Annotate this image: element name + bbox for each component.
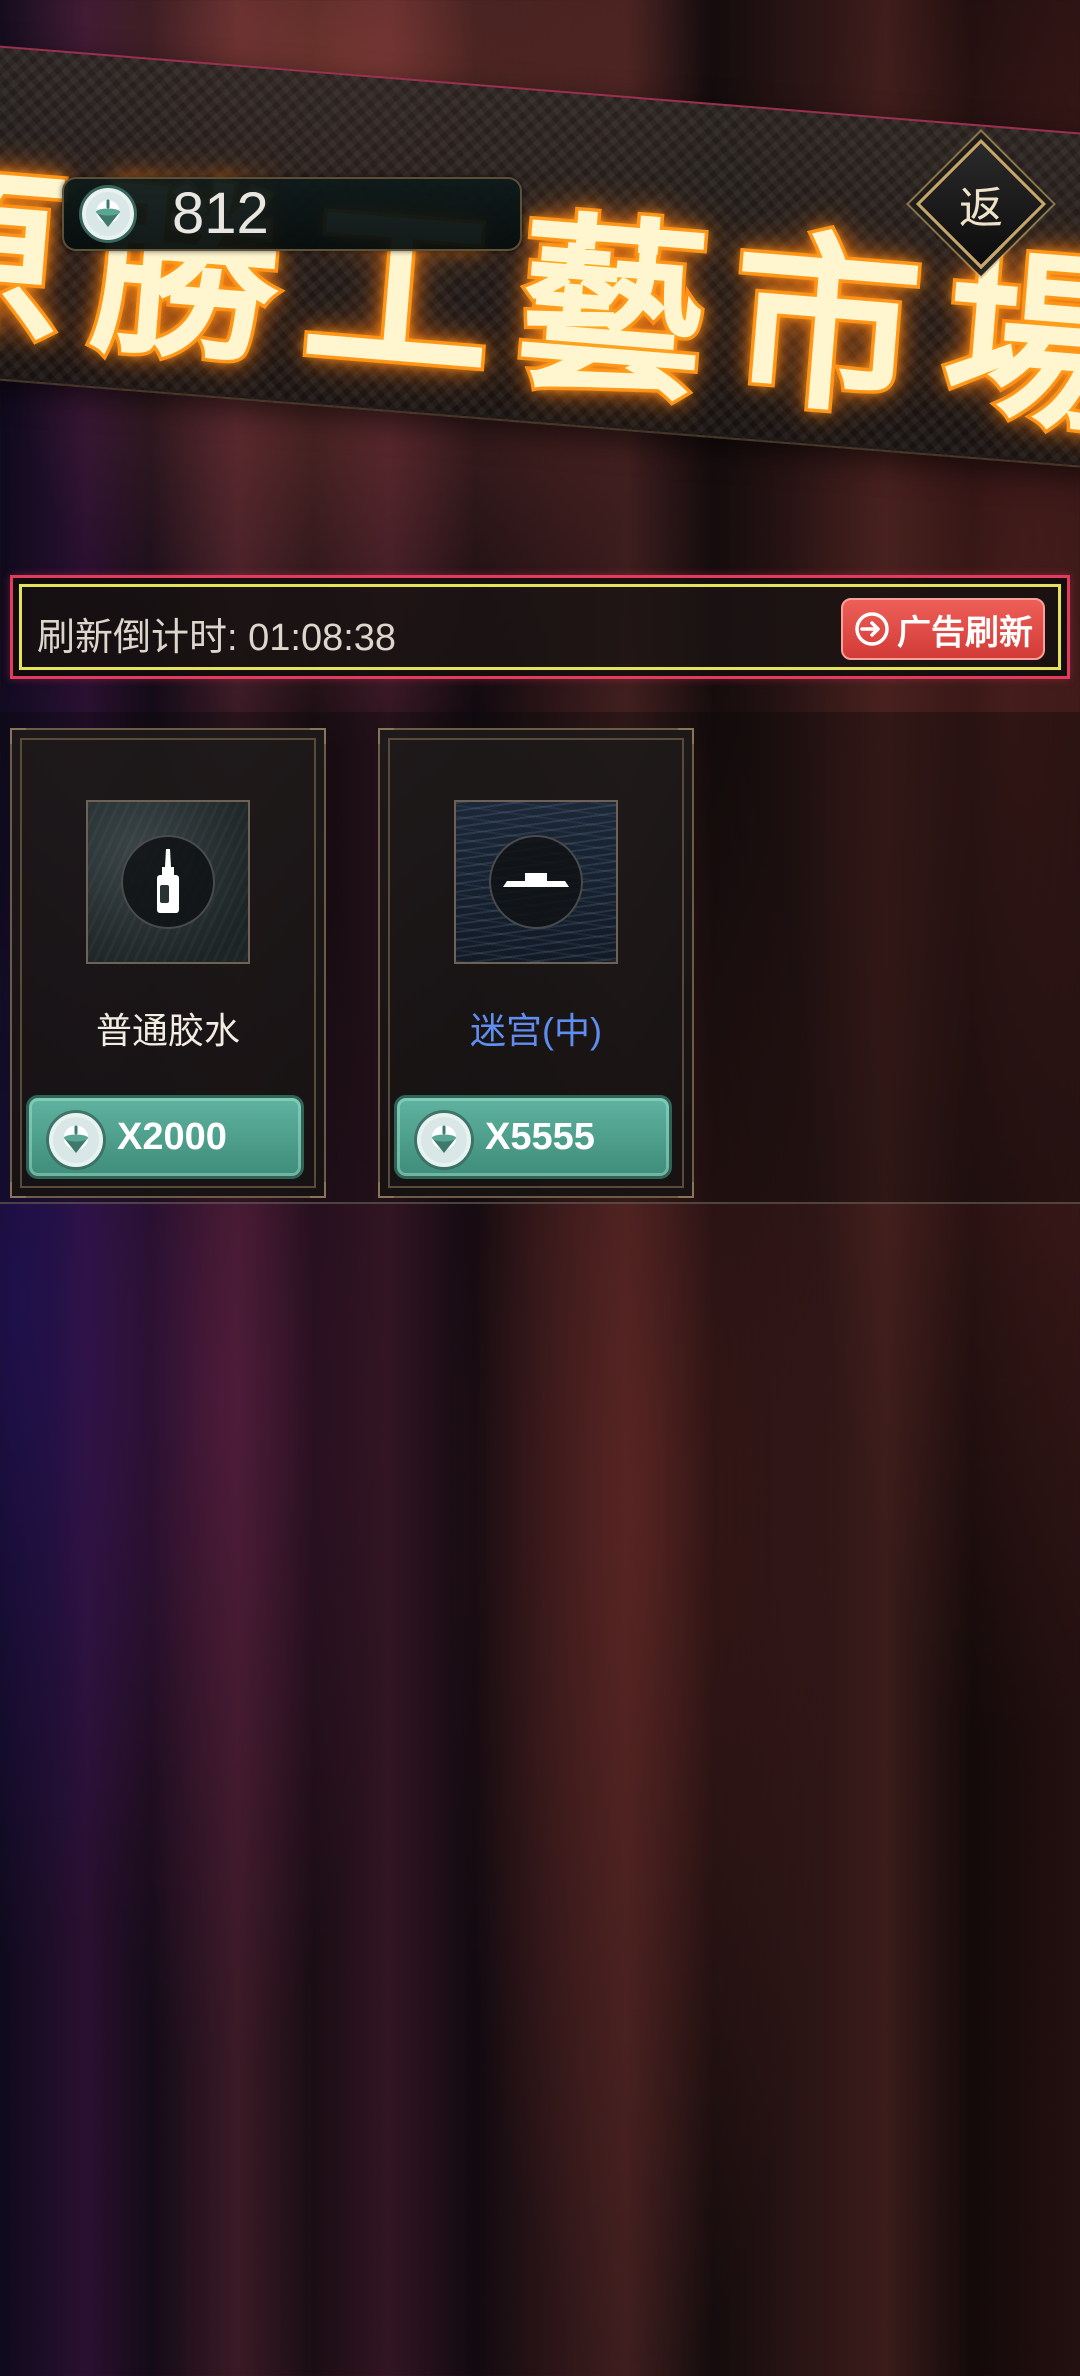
spinning-top-coin-icon	[49, 1113, 103, 1167]
item-name: 迷宫(中)	[470, 1010, 602, 1051]
item-price: X2000	[117, 1116, 227, 1158]
shop-item-card[interactable]: 普通胶水 X2000	[10, 728, 326, 1198]
item-thumbnail	[454, 800, 618, 964]
glue-bottle-icon	[157, 849, 179, 913]
currency-amount: 812	[172, 181, 269, 246]
card-corner	[310, 1182, 326, 1198]
item-price: X5555	[485, 1116, 595, 1158]
item-icon-frame	[121, 835, 215, 929]
card-corner	[378, 1182, 394, 1198]
maze-platform-icon	[503, 873, 569, 887]
shop-grid: 普通胶水 X2000 迷宫(中) X5555	[0, 712, 1080, 1204]
buy-button[interactable]: X5555	[394, 1095, 672, 1179]
card-corner	[678, 728, 694, 744]
item-icon-frame	[489, 835, 583, 929]
refresh-countdown: 刷新倒计时: 01:08:38	[37, 617, 397, 659]
item-name: 普通胶水	[95, 1010, 240, 1051]
buy-button[interactable]: X2000	[26, 1095, 304, 1179]
refresh-arrow-icon	[853, 610, 891, 648]
refresh-bar: 刷新倒计时: 01:08:38 广告刷新	[10, 575, 1070, 679]
card-corner	[10, 728, 26, 744]
spinning-top-coin-icon	[82, 188, 134, 240]
card-corner	[678, 1182, 694, 1198]
shop-item-card[interactable]: 迷宫(中) X5555	[378, 728, 694, 1198]
card-corner	[310, 728, 326, 744]
spinning-top-coin-icon	[417, 1113, 471, 1167]
banner-title: 原勝工藝市場	[0, 136, 1080, 466]
item-thumbnail	[86, 800, 250, 964]
ad-refresh-label: 广告刷新	[897, 613, 1033, 652]
card-corner	[10, 1182, 26, 1198]
title-banner: 原勝工藝市場	[0, 44, 1080, 470]
return-button-label: 返	[959, 183, 1003, 234]
card-corner	[378, 728, 394, 744]
ad-refresh-button[interactable]: 广告刷新	[841, 598, 1045, 660]
currency-display: 812	[62, 177, 522, 251]
